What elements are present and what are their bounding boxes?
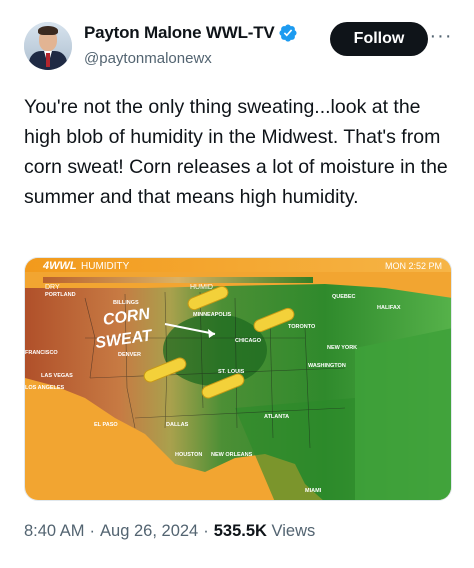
humidity-scale xyxy=(43,277,313,283)
city-toronto: TORONTO xyxy=(288,324,316,330)
city-st-louis: ST. LOUIS xyxy=(218,369,245,375)
city-halifax: HALIFAX xyxy=(377,305,401,311)
city-billings: BILLINGS xyxy=(113,300,139,306)
tweet-time[interactable]: 8:40 AM xyxy=(24,522,85,540)
tweet-header: Payton Malone WWL-TV @paytonmalonewx Fol… xyxy=(24,20,454,76)
city-chicago: CHICAGO xyxy=(235,338,262,344)
tweet-text: You're not the only thing sweating...loo… xyxy=(24,96,448,208)
separator: · xyxy=(89,522,96,540)
tweet-metadata: 8:40 AM · Aug 26, 2024 · 535.5K Views xyxy=(24,522,315,541)
city-san-francisco: FRANCISCO xyxy=(25,350,58,356)
scale-humid-label: HUMID xyxy=(190,284,213,291)
city-el-paso: EL PASO xyxy=(94,422,118,428)
author-handle[interactable]: @paytonmalonewx xyxy=(84,50,212,67)
city-denver: DENVER xyxy=(118,352,141,358)
display-name[interactable]: Payton Malone WWL-TV xyxy=(84,23,275,43)
city-new-orleans: NEW ORLEANS xyxy=(211,452,253,458)
city-dallas: DALLAS xyxy=(166,422,189,428)
city-houston: HOUSTON xyxy=(175,452,202,458)
scale-dry-label: DRY xyxy=(45,284,60,291)
city-miami: MIAMI xyxy=(305,488,322,494)
verified-badge-icon xyxy=(279,24,297,42)
station-logo: 4WWL xyxy=(42,260,77,272)
city-portland: PORTLAND xyxy=(45,292,76,298)
separator: · xyxy=(203,522,209,540)
author-name-row[interactable]: Payton Malone WWL-TV xyxy=(84,23,298,43)
views-count[interactable]: 535.5K xyxy=(214,522,267,540)
map-time: MON 2:52 PM xyxy=(385,261,442,271)
avatar[interactable] xyxy=(24,22,72,70)
tweet-media-image[interactable]: 4WWL HUMIDITY MON 2:52 PM DRY HUMID CORN… xyxy=(24,257,452,501)
city-minneapolis: MINNEAPOLIS xyxy=(193,312,232,318)
city-quebec: QUEBEC xyxy=(332,294,356,300)
city-atlanta: ATLANTA xyxy=(264,414,289,420)
city-los-angeles: LOS ANGELES xyxy=(25,385,65,391)
humidity-blob xyxy=(163,314,267,386)
views-label: Views xyxy=(271,522,316,540)
humidity-map: 4WWL HUMIDITY MON 2:52 PM DRY HUMID CORN… xyxy=(25,258,451,500)
more-options-icon[interactable]: ··· xyxy=(428,22,454,56)
tweet-date[interactable]: Aug 26, 2024 xyxy=(100,522,198,540)
city-washington: WASHINGTON xyxy=(308,363,346,369)
follow-button[interactable]: Follow xyxy=(330,22,428,56)
city-new-york: NEW YORK xyxy=(327,345,357,351)
city-las-vegas: LAS VEGAS xyxy=(41,373,73,379)
map-title: HUMIDITY xyxy=(81,261,130,272)
